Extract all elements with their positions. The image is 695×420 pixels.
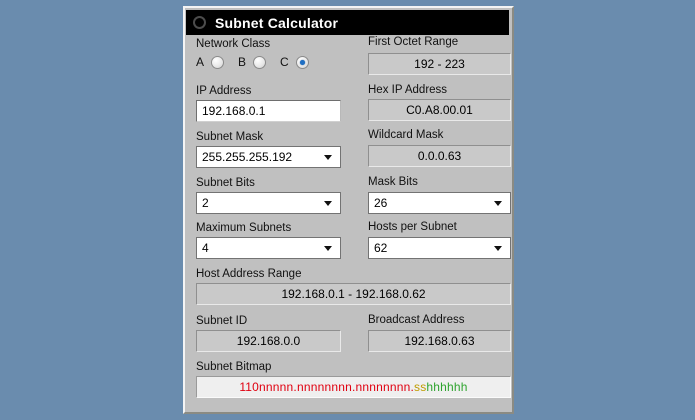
wildcard-mask-value: 0.0.0.63 (368, 145, 511, 167)
bitmap-host-bits: hhhhhh (426, 380, 467, 394)
subnet-mask-label: Subnet Mask (196, 131, 263, 143)
first-octet-range-label: First Octet Range (368, 36, 458, 48)
subnet-mask-dropdown[interactable]: 255.255.255.192 (196, 146, 341, 168)
radio-label-a: A (196, 55, 204, 69)
hosts-per-subnet-value: 62 (374, 241, 387, 255)
chevron-down-icon (494, 201, 502, 206)
host-address-range-label: Host Address Range (196, 268, 301, 280)
mask-bits-value: 26 (374, 196, 387, 210)
subnet-bits-value: 2 (202, 196, 209, 210)
broadcast-address-value: 192.168.0.63 (368, 330, 511, 352)
hosts-per-subnet-label: Hosts per Subnet (368, 221, 457, 233)
hex-ip-address-label: Hex IP Address (368, 84, 447, 96)
desktop-background: Subnet Calculator Network Class A B C Fi… (0, 0, 695, 420)
subnet-bitmap-value: 110nnnnn.nnnnnnnn.nnnnnnnn.sshhhhhh (196, 376, 511, 398)
ip-address-label: IP Address (196, 85, 251, 97)
network-class-label: Network Class (196, 38, 270, 50)
radio-label-b: B (238, 55, 246, 69)
subnet-bits-dropdown[interactable]: 2 (196, 192, 341, 214)
radio-class-a[interactable] (211, 56, 224, 69)
subnet-bitmap-label: Subnet Bitmap (196, 361, 271, 373)
maximum-subnets-dropdown[interactable]: 4 (196, 237, 341, 259)
window-title: Subnet Calculator (215, 15, 338, 31)
ip-address-input[interactable] (196, 100, 341, 122)
hex-ip-address-value: C0.A8.00.01 (368, 99, 511, 121)
title-bar[interactable]: Subnet Calculator (186, 10, 509, 35)
maximum-subnets-label: Maximum Subnets (196, 222, 291, 234)
chevron-down-icon (324, 201, 332, 206)
wildcard-mask-label: Wildcard Mask (368, 129, 443, 141)
subnet-calculator-window: Subnet Calculator Network Class A B C Fi… (183, 6, 514, 414)
broadcast-address-label: Broadcast Address (368, 314, 465, 326)
circle-icon (193, 16, 206, 29)
bitmap-subnet-bits: ss (414, 380, 426, 394)
maximum-subnets-value: 4 (202, 241, 209, 255)
chevron-down-icon (324, 246, 332, 251)
subnet-id-label: Subnet ID (196, 315, 247, 327)
subnet-mask-value: 255.255.255.192 (202, 150, 292, 164)
chevron-down-icon (494, 246, 502, 251)
radio-class-c[interactable] (296, 56, 309, 69)
hosts-per-subnet-dropdown[interactable]: 62 (368, 237, 511, 259)
first-octet-range-value: 192 - 223 (368, 53, 511, 75)
chevron-down-icon (324, 155, 332, 160)
subnet-id-value: 192.168.0.0 (196, 330, 341, 352)
network-class-radio-group: A B C (196, 55, 323, 69)
bitmap-network-bits: 110nnnnn.nnnnnnnn.nnnnnnnn. (239, 380, 414, 394)
host-address-range-value: 192.168.0.1 - 192.168.0.62 (196, 283, 511, 305)
radio-class-b[interactable] (253, 56, 266, 69)
radio-label-c: C (280, 55, 289, 69)
mask-bits-label: Mask Bits (368, 176, 418, 188)
mask-bits-dropdown[interactable]: 26 (368, 192, 511, 214)
subnet-bits-label: Subnet Bits (196, 177, 255, 189)
